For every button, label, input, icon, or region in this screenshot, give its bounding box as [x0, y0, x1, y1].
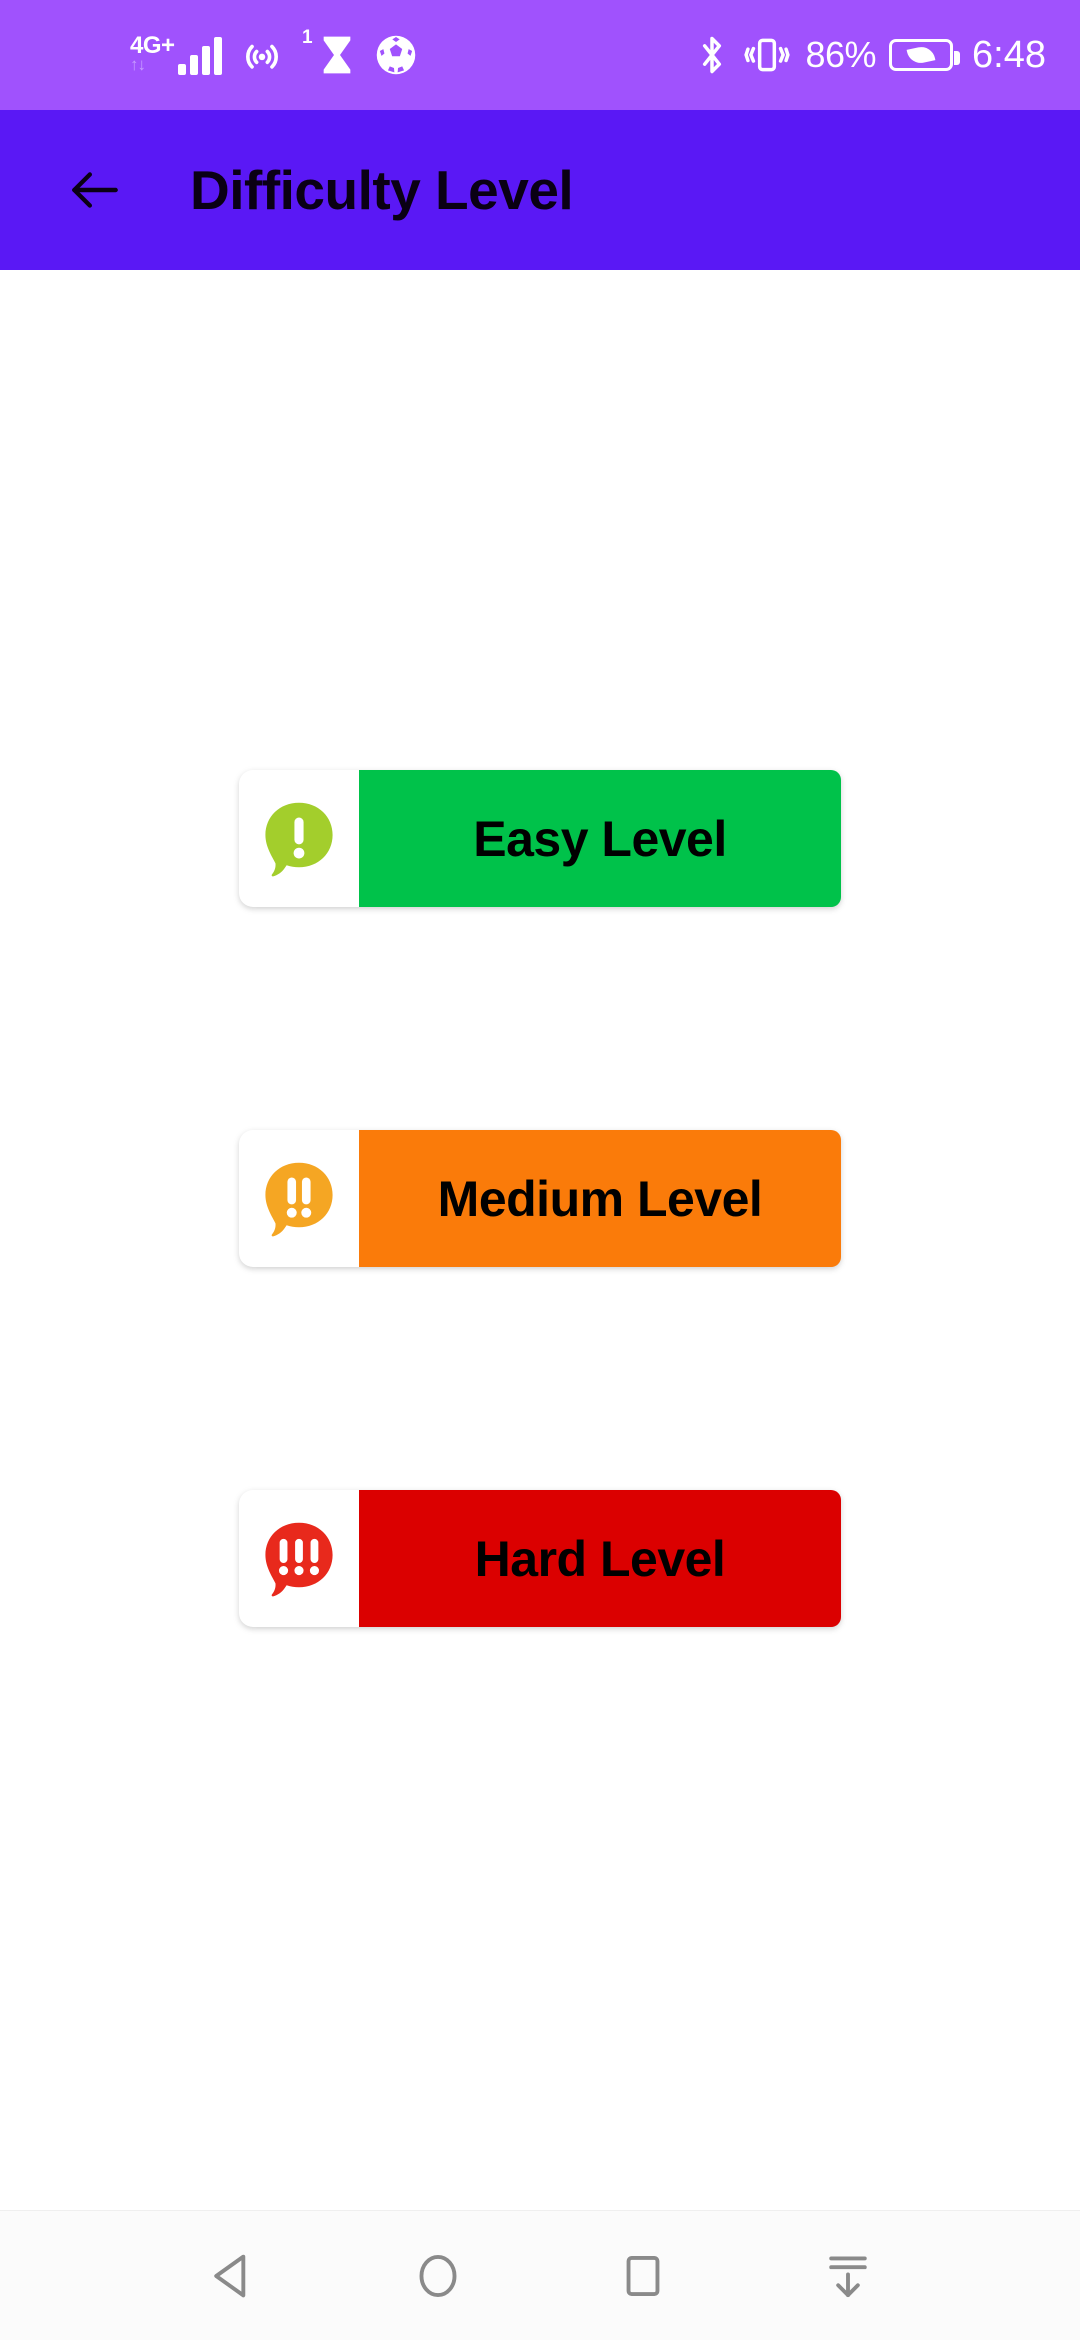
hard-level-button[interactable]: Hard Level [359, 1490, 841, 1627]
status-bar-left: 4G+ ↑↓ 1 [130, 28, 418, 78]
vibrate-icon [742, 33, 792, 77]
arrow-down-hide-icon [828, 2255, 867, 2297]
football-icon [374, 33, 418, 77]
data-arrows-icon: ↑↓ [130, 55, 146, 74]
nav-hide-keyboard-button[interactable] [793, 2221, 903, 2331]
status-bar-right: 86% 6:48 [695, 33, 1046, 77]
easy-level-label: Easy Level [473, 810, 727, 867]
network-status: 4G+ ↑↓ [130, 32, 222, 75]
alert-bubble-icon [265, 1522, 333, 1596]
bluetooth-icon [695, 33, 729, 77]
hotspot-icon: 1 [239, 28, 313, 78]
page-title: Difficulty Level [190, 159, 574, 221]
clock-label: 6:48 [972, 33, 1046, 76]
alert-bubble-icon [265, 1162, 333, 1236]
app-bar: Difficulty Level [0, 110, 1080, 270]
network-type-label: 4G+ [130, 32, 175, 59]
circle-home-icon [419, 2254, 456, 2297]
level-option-hard[interactable]: Hard Level [239, 1490, 841, 1627]
nav-recents-button[interactable] [588, 2221, 698, 2331]
nav-home-button[interactable] [383, 2221, 493, 2331]
level-option-easy[interactable]: Easy Level [239, 770, 841, 907]
level-option-medium[interactable]: Medium Level [239, 1130, 841, 1267]
content-area: Easy Level Medium Level Hard Level [0, 270, 1080, 2210]
arrow-left-icon [72, 172, 118, 208]
square-recents-icon [626, 2255, 659, 2296]
alert-bubble-icon [265, 802, 333, 876]
leaf-shape [906, 44, 936, 66]
back-button[interactable] [52, 147, 138, 233]
battery-percent-label: 86% [805, 34, 877, 75]
triangle-back-icon [213, 2254, 245, 2297]
hard-icon-box [239, 1490, 359, 1627]
network-label-stack: 4G+ ↑↓ [130, 32, 175, 74]
phone-screen: 4G+ ↑↓ 1 86% 6:48 Difficulty Level Easy … [0, 0, 1080, 2340]
nav-back-button[interactable] [178, 2221, 288, 2331]
status-bar: 4G+ ↑↓ 1 86% 6:48 [0, 0, 1080, 110]
hard-level-label: Hard Level [474, 1530, 726, 1587]
signal-bars-icon [177, 35, 222, 75]
battery-power-saving-icon [889, 39, 961, 71]
easy-icon-box [239, 770, 359, 907]
navigation-bar [0, 2210, 1080, 2340]
easy-level-button[interactable]: Easy Level [359, 770, 841, 907]
hourglass-icon [317, 33, 357, 77]
medium-level-button[interactable]: Medium Level [359, 1130, 841, 1267]
medium-icon-box [239, 1130, 359, 1267]
hotspot-superscript: 1 [301, 27, 313, 48]
medium-level-label: Medium Level [437, 1170, 763, 1227]
